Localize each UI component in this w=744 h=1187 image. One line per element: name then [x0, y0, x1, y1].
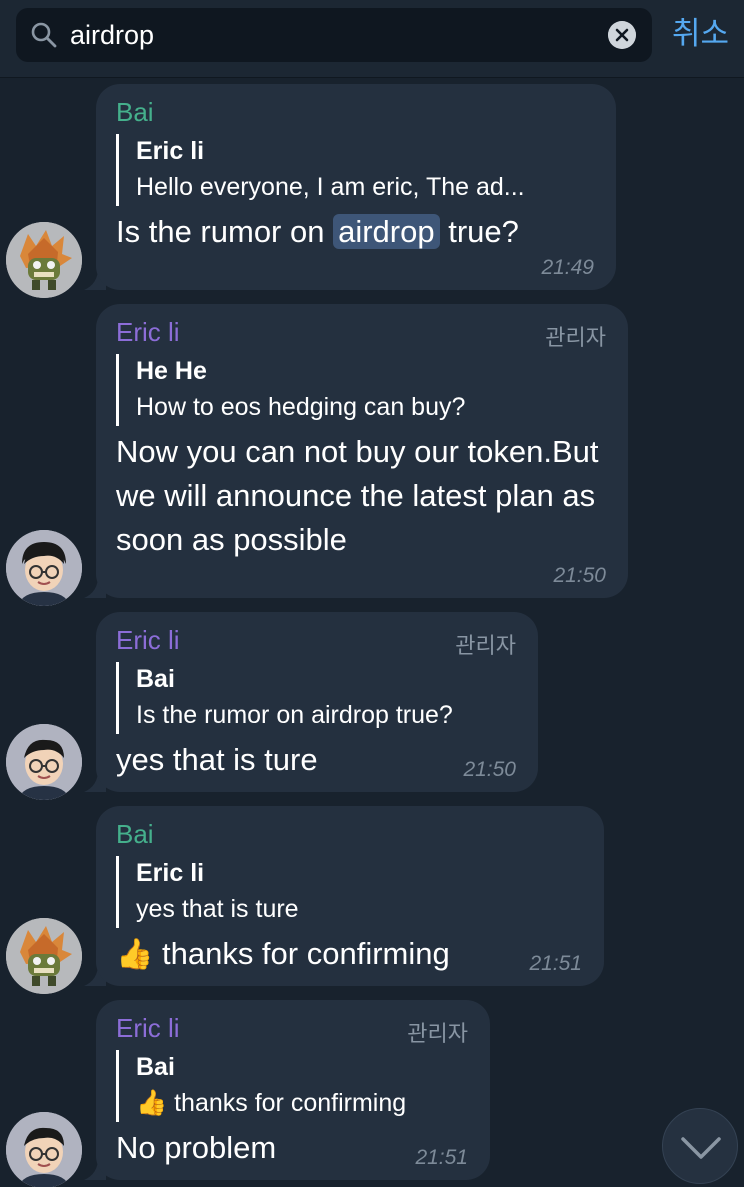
thumbs-up-icon: 👍 — [116, 938, 154, 971]
search-highlight: airdrop — [333, 214, 440, 249]
message-item: Bai Eric li Hello everyone, I am eric, T… — [0, 78, 744, 298]
message-time: 21:51 — [415, 1146, 468, 1169]
message-text: 👍 thanks for confirming — [116, 932, 584, 977]
message-list[interactable]: Bai Eric li Hello everyone, I am eric, T… — [0, 78, 744, 1187]
search-header: 취소 — [0, 0, 744, 78]
message-item: Eric li 관리자 He He How to eos hedging can… — [0, 300, 744, 606]
message-bubble[interactable]: Bai Eric li Hello everyone, I am eric, T… — [96, 84, 616, 290]
message-text-part: thanks for confirming — [161, 936, 450, 971]
message-time: 21:51 — [529, 952, 582, 975]
admin-badge: 관리자 — [407, 1022, 468, 1047]
reply-text: How to eos hedging can buy? — [136, 393, 466, 421]
search-input[interactable] — [70, 16, 590, 54]
cancel-button[interactable]: 취소 — [672, 12, 734, 56]
message-time: 21:49 — [541, 256, 594, 279]
message-bubble[interactable]: Eric li 관리자 Bai Is the rumor on airdrop … — [96, 612, 538, 792]
reply-quote[interactable]: Bai Is the rumor on airdrop true? — [116, 662, 518, 734]
sender-name[interactable]: Bai — [116, 818, 584, 850]
clear-search-icon[interactable] — [608, 21, 636, 49]
message-bubble[interactable]: Eric li 관리자 He He How to eos hedging can… — [96, 304, 628, 598]
message-text: yes that is ture — [116, 742, 318, 777]
message-item: Eric li 관리자 Bai Is the rumor on airdrop … — [0, 608, 744, 800]
admin-badge: 관리자 — [545, 326, 606, 351]
reply-sender: Bai — [136, 1053, 175, 1081]
reply-sender: Eric li — [136, 859, 205, 887]
reply-sender: Bai — [136, 665, 175, 693]
admin-badge: 관리자 — [455, 634, 516, 659]
message-text: Is the rumor on airdrop true? — [116, 210, 596, 254]
message-item: Bai Eric li yes that is ture 👍 thanks fo… — [0, 802, 744, 994]
avatar[interactable] — [6, 530, 82, 606]
reply-text: 👍 thanks for confirming — [136, 1084, 470, 1122]
reply-text-part: thanks for confirming — [174, 1089, 407, 1117]
reply-text: Hello everyone, I am eric, The ad... — [136, 173, 525, 201]
message-text: Now you can not buy our token.But we wil… — [116, 434, 599, 557]
chevron-down-icon — [681, 1137, 721, 1159]
reply-text: Is the rumor on airdrop true? — [136, 701, 453, 729]
reply-sender: He He — [136, 357, 207, 385]
reply-quote[interactable]: Eric li Hello everyone, I am eric, The a… — [116, 134, 596, 206]
message-item: Eric li 관리자 Bai 👍 thanks for confirming … — [0, 996, 744, 1187]
search-box[interactable] — [16, 8, 652, 62]
message-bubble[interactable]: Eric li 관리자 Bai 👍 thanks for confirming … — [96, 1000, 490, 1180]
search-icon — [31, 22, 57, 48]
message-bubble[interactable]: Bai Eric li yes that is ture 👍 thanks fo… — [96, 806, 604, 986]
reply-quote[interactable]: Bai 👍 thanks for confirming — [116, 1050, 470, 1122]
thumbs-up-icon: 👍 — [136, 1089, 168, 1117]
avatar[interactable] — [6, 724, 82, 800]
reply-text: yes that is ture — [136, 895, 299, 923]
message-text-part: true? — [439, 214, 519, 249]
message-time: 21:50 — [463, 758, 516, 781]
message-text-part: Is the rumor on — [116, 214, 334, 249]
scroll-down-button[interactable] — [662, 1108, 738, 1184]
avatar[interactable] — [6, 918, 82, 994]
avatar[interactable] — [6, 222, 82, 298]
sender-name[interactable]: Eric li — [116, 316, 608, 348]
avatar[interactable] — [6, 1112, 82, 1187]
message-time: 21:50 — [553, 564, 606, 587]
reply-quote[interactable]: He He How to eos hedging can buy? — [116, 354, 608, 426]
reply-sender: Eric li — [136, 137, 205, 165]
reply-quote[interactable]: Eric li yes that is ture — [116, 856, 584, 928]
sender-name[interactable]: Bai — [116, 96, 596, 128]
